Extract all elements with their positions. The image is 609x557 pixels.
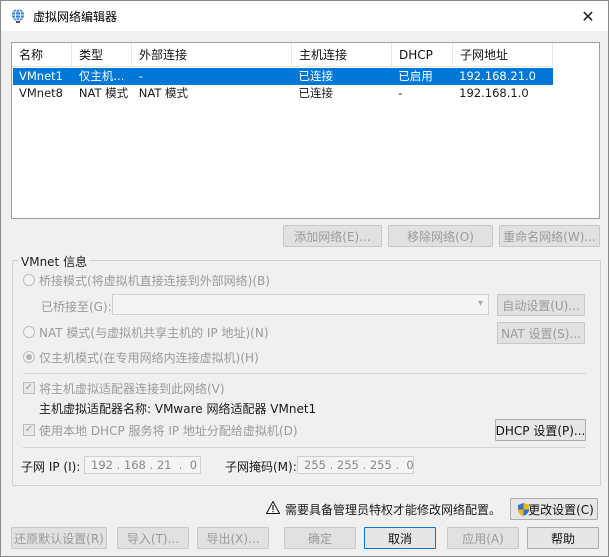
cell-dhcp: 已启用 bbox=[398, 69, 433, 83]
apply-button[interactable]: 应用(A) bbox=[447, 527, 519, 549]
connect-adapter-label: 将主机虚拟适配器连接到此网络(V) bbox=[39, 382, 225, 396]
rename-network-button[interactable]: 重命名网络(W)... bbox=[499, 225, 600, 247]
close-button[interactable]: ✕ bbox=[568, 1, 608, 31]
window-title: 虚拟网络编辑器 bbox=[33, 10, 118, 24]
column-header-host[interactable]: 主机连接 bbox=[292, 43, 392, 67]
help-button[interactable]: 帮助 bbox=[527, 527, 599, 549]
import-button[interactable]: 导入(T)... bbox=[117, 527, 189, 549]
nat-mode-radio[interactable] bbox=[23, 326, 35, 338]
column-header-dhcp[interactable]: DHCP bbox=[392, 43, 453, 67]
export-button[interactable]: 导出(X)... bbox=[197, 527, 269, 549]
column-header-name[interactable]: 名称 bbox=[12, 43, 72, 67]
table-header: 名称 类型 外部连接 主机连接 DHCP 子网地址 bbox=[12, 43, 553, 67]
restore-defaults-button[interactable]: 还原默认设置(R) bbox=[11, 527, 107, 549]
cell-host: 已连接 bbox=[298, 86, 333, 100]
nat-settings-button[interactable]: NAT 设置(S)... bbox=[497, 322, 585, 344]
divider bbox=[23, 373, 586, 374]
column-header-type[interactable]: 类型 bbox=[72, 43, 132, 67]
remove-network-button[interactable]: 移除网络(O) bbox=[388, 225, 493, 247]
cell-dhcp: - bbox=[398, 86, 403, 100]
cell-type: NAT 模式 bbox=[78, 86, 129, 100]
divider bbox=[23, 447, 586, 448]
use-dhcp-checkbox[interactable]: ✓ bbox=[23, 424, 35, 436]
use-dhcp-label: 使用本地 DHCP 服务将 IP 地址分配给虚拟机(D) bbox=[39, 424, 298, 438]
subnet-mask-label: 子网掩码(M): bbox=[225, 460, 297, 474]
connect-adapter-checkbox[interactable]: ✓ bbox=[23, 382, 35, 394]
ok-button[interactable]: 确定 bbox=[284, 527, 356, 549]
adapter-name-label: 主机虚拟适配器名称: VMware 网络适配器 VMnet1 bbox=[39, 402, 317, 416]
bridged-to-dropdown[interactable]: ▾ bbox=[112, 294, 489, 315]
cell-name: VMnet1 bbox=[19, 69, 63, 83]
subnet-ip-input[interactable]: 192 . 168 . 21 . 0 bbox=[84, 456, 201, 474]
subnet-mask-input[interactable]: 255 . 255 . 255 . 0 bbox=[297, 456, 414, 474]
bridged-mode-label: 桥接模式(将虚拟机直接连接到外部网络)(B) bbox=[39, 274, 270, 288]
warning-icon bbox=[266, 501, 280, 514]
uac-shield-icon bbox=[518, 503, 529, 516]
chevron-down-icon: ▾ bbox=[477, 298, 483, 309]
cell-subnet: 192.168.1.0 bbox=[459, 86, 529, 100]
bridged-mode-radio[interactable] bbox=[23, 274, 35, 286]
column-header-external[interactable]: 外部连接 bbox=[132, 43, 292, 67]
admin-notice-text: 需要具备管理员特权才能修改网络配置。 bbox=[285, 503, 502, 517]
network-table[interactable]: 名称 类型 外部连接 主机连接 DHCP 子网地址 VMnet1 仅主机... … bbox=[11, 42, 600, 219]
cell-name: VMnet8 bbox=[19, 86, 63, 100]
cell-host: 已连接 bbox=[298, 69, 333, 83]
bridged-to-label: 已桥接至(G): bbox=[41, 300, 112, 314]
title-bar: 虚拟网络编辑器 ✕ bbox=[1, 1, 608, 31]
close-icon: ✕ bbox=[581, 6, 595, 26]
table-row[interactable]: VMnet1 仅主机... - 已连接 已启用 192.168.21.0 bbox=[13, 68, 553, 85]
table-row[interactable]: VMnet8 NAT 模式 NAT 模式 已连接 - 192.168.1.0 bbox=[13, 85, 553, 102]
change-settings-label: 更改设置(C) bbox=[528, 502, 594, 517]
dhcp-settings-button[interactable]: DHCP 设置(P)... bbox=[495, 419, 586, 441]
auto-settings-button[interactable]: 自动设置(U)... bbox=[497, 294, 585, 316]
cell-external: - bbox=[138, 69, 143, 83]
globe-network-icon bbox=[12, 8, 24, 23]
cell-subnet: 192.168.21.0 bbox=[459, 69, 536, 83]
cancel-button[interactable]: 取消 bbox=[364, 527, 436, 549]
cell-external: NAT 模式 bbox=[138, 86, 189, 100]
vmnet-info-label: VMnet 信息 bbox=[19, 253, 90, 270]
cell-type: 仅主机... bbox=[78, 69, 125, 83]
add-network-button[interactable]: 添加网络(E)... bbox=[283, 225, 382, 247]
subnet-ip-label: 子网 IP (I): bbox=[21, 460, 81, 474]
column-header-subnet[interactable]: 子网地址 bbox=[453, 43, 553, 67]
host-only-mode-radio[interactable] bbox=[23, 351, 35, 363]
virtual-network-editor-window: 虚拟网络编辑器 ✕ 名称 类型 外部连接 主机连接 DHCP 子网地址 VMne… bbox=[0, 0, 609, 557]
change-settings-button[interactable]: 更改设置(C) bbox=[510, 498, 598, 520]
host-only-mode-label: 仅主机模式(在专用网络内连接虚拟机)(H) bbox=[39, 351, 259, 365]
nat-mode-label: NAT 模式(与虚拟机共享主机的 IP 地址)(N) bbox=[39, 326, 269, 340]
